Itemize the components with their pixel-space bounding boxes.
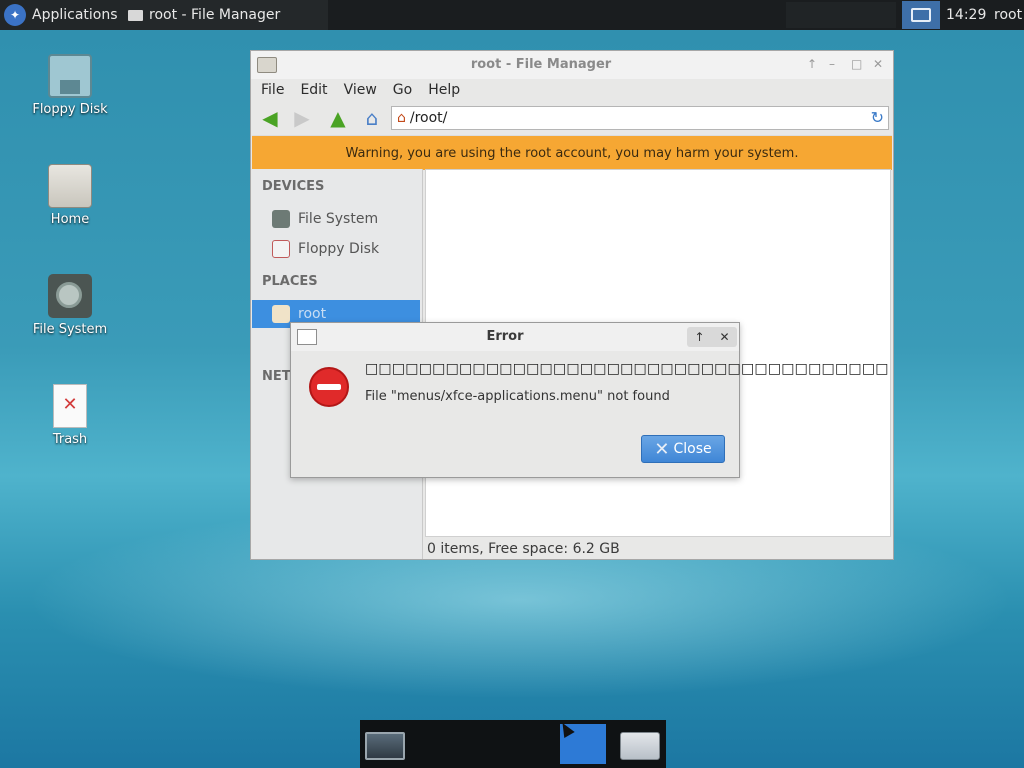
toolbar: ◀ ▶ ▲ ⌂ ⌂ /root/ ↻	[251, 103, 893, 133]
menu-help[interactable]: Help	[428, 82, 460, 98]
desktop-icon-floppy-disk[interactable]: Floppy Disk	[20, 54, 120, 117]
disk-icon	[48, 274, 92, 318]
trash-icon: ✕	[53, 384, 87, 428]
desktop-icon-label: File System	[32, 322, 108, 337]
sidebar-item-floppy-disk[interactable]: Floppy Disk	[252, 235, 420, 263]
menu-go[interactable]: Go	[393, 82, 412, 98]
menu-edit[interactable]: Edit	[300, 82, 327, 98]
close-button-label: Close	[673, 441, 712, 457]
forward-arrow-icon[interactable]: ▶	[289, 106, 315, 130]
top-panel: ✦ Applications root - File Manager 14:29…	[0, 0, 1024, 30]
home-icon: ⌂	[397, 110, 406, 126]
sidebar-item-label: root	[298, 306, 327, 322]
error-dialog: Error ↑ ✕ □□□□□□□□□□□□□□□□□□□□□□□□□□□□□□…	[290, 322, 888, 478]
menu-view[interactable]: View	[344, 82, 377, 98]
location-path: /root/	[409, 110, 448, 126]
warning-text: Warning, you are using the root account,…	[345, 145, 799, 161]
xfce-logo-icon: ✦	[4, 4, 26, 26]
dialog-window-buttons: ↑ ✕	[687, 327, 737, 347]
bottom-dock	[360, 720, 666, 768]
user-menu[interactable]: root	[994, 0, 1022, 30]
reload-icon[interactable]: ↻	[871, 108, 884, 127]
floppy-icon	[48, 54, 92, 98]
applications-menu-button[interactable]: ✦ Applications	[0, 0, 126, 30]
sidebar-header-devices: DEVICES	[262, 179, 325, 194]
desktop-icon-label: Home	[50, 212, 90, 227]
dialog-titlebar[interactable]: Error ↑ ✕	[291, 323, 739, 351]
dock-show-desktop[interactable]	[363, 724, 407, 764]
sidebar-item-label: File System	[298, 211, 379, 227]
desktop-icon-file-system[interactable]: File System	[20, 274, 120, 337]
location-bar[interactable]: ⌂ /root/ ↻	[391, 106, 889, 130]
desktop-icon-label: Floppy Disk	[32, 102, 108, 117]
close-icon[interactable]: ✕	[719, 330, 729, 344]
monitor-icon	[365, 732, 405, 760]
floppy-icon	[272, 240, 290, 258]
disk-icon	[272, 210, 290, 228]
desktop-icon-label: Trash	[52, 432, 88, 447]
window-titlebar[interactable]: root - File Manager ↑ – □ ✕	[251, 51, 893, 79]
menu-bar: File Edit View Go Help	[251, 79, 893, 101]
window-title: root - File Manager	[470, 57, 612, 72]
taskbar-item-file-manager[interactable]: root - File Manager	[120, 0, 328, 30]
shade-icon[interactable]: ↑	[807, 57, 817, 71]
close-icon[interactable]: ✕	[873, 57, 883, 71]
notification-area	[786, 2, 896, 28]
folder-icon	[128, 9, 143, 21]
sidebar-item-file-system[interactable]: File System	[252, 205, 420, 233]
file-manager-window: root - File Manager ↑ – □ ✕ File Edit Vi…	[250, 50, 894, 560]
desktop-icon-home[interactable]: Home	[20, 164, 120, 227]
error-secondary-text: File "menus/xfce-applications.menu" not …	[365, 389, 670, 404]
home-icon[interactable]: ⌂	[359, 106, 385, 130]
applications-label: Applications	[32, 7, 118, 23]
clock[interactable]: 14:29	[946, 0, 986, 30]
dialog-title: Error	[486, 329, 524, 344]
home-icon	[272, 305, 290, 323]
close-icon: ✕	[654, 438, 670, 460]
root-warning-bar: Warning, you are using the root account,…	[252, 135, 892, 170]
error-stop-icon	[309, 367, 349, 407]
folder-icon	[620, 732, 660, 760]
minimize-icon[interactable]: –	[829, 57, 835, 71]
status-bar: 0 items, Free space: 6.2 GB	[427, 541, 620, 557]
error-primary-text: □□□□□□□□□□□□□□□□□□□□□□□□□□□□□□□□□□□□□□□	[365, 361, 889, 377]
folder-icon	[48, 164, 92, 208]
window-icon	[911, 8, 931, 22]
menu-file[interactable]: File	[261, 82, 284, 98]
shade-icon[interactable]: ↑	[694, 330, 704, 344]
taskbar-item-label: root - File Manager	[149, 7, 281, 23]
close-button[interactable]: ✕ Close	[641, 435, 725, 463]
desktop-icon-trash[interactable]: ✕ Trash	[20, 384, 120, 447]
maximize-icon[interactable]: □	[851, 57, 862, 71]
sidebar-header-places: PLACES	[262, 274, 318, 289]
up-arrow-icon[interactable]: ▲	[325, 106, 351, 130]
dock-file-manager[interactable]	[616, 724, 660, 764]
sidebar-item-label: Floppy Disk	[298, 241, 380, 257]
back-arrow-icon[interactable]: ◀	[257, 106, 283, 130]
show-desktop-button[interactable]	[902, 1, 940, 29]
sidebar-header-network: NET	[262, 369, 291, 384]
